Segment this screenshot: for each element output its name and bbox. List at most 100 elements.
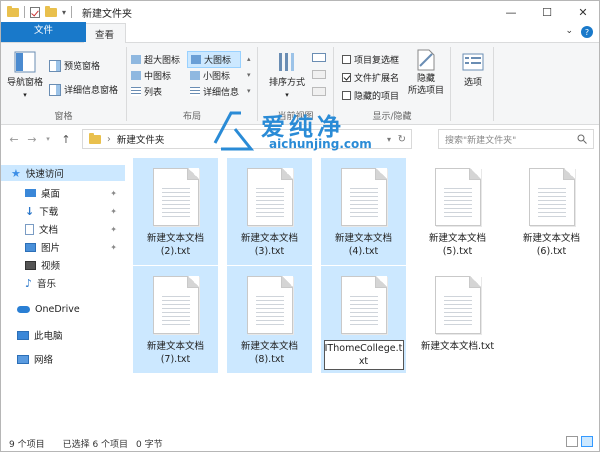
search-input[interactable]: 搜索"新建文件夹" bbox=[438, 129, 594, 149]
checkbox-hidden-items[interactable] bbox=[342, 91, 351, 100]
nav-pane-button[interactable]: 导航窗格 ▾ bbox=[5, 51, 45, 101]
explorer-window: ▾ 新建文件夹 — ☐ ✕ 文件 主页 共享 查看 ⌄ ? 导航窗格 ▾ bbox=[0, 0, 600, 452]
hide-selected-button[interactable]: 隐藏 所选项目 bbox=[404, 49, 448, 97]
details-view-icon[interactable] bbox=[566, 436, 578, 447]
file-item[interactable]: 新建文本文档 (3).txt bbox=[227, 158, 312, 265]
back-icon[interactable]: ← bbox=[7, 133, 21, 146]
pin-icon[interactable]: ✦ bbox=[110, 225, 117, 234]
close-button[interactable]: ✕ bbox=[565, 1, 599, 23]
large-icons-view-icon[interactable] bbox=[581, 436, 593, 447]
file-name: 新建文本文档 (4).txt bbox=[334, 233, 392, 257]
sidebar-item-label: 桌面 bbox=[41, 189, 61, 200]
sidebar-item-label: 视频 bbox=[41, 261, 61, 272]
view-switcher bbox=[566, 436, 593, 447]
layout-scroll-icon[interactable]: ▴ ▾ ▾ bbox=[247, 51, 251, 99]
sidebar-item-label: 网络 bbox=[34, 355, 54, 366]
icons-view-icon bbox=[191, 55, 201, 64]
chevron-down-icon: ▾ bbox=[23, 91, 27, 99]
sidebar-item-label: OneDrive bbox=[35, 303, 80, 315]
pin-icon[interactable]: ✦ bbox=[110, 189, 117, 198]
file-item[interactable]: 新建文本文档 (2).txt bbox=[133, 158, 218, 265]
checkbox-item-checkboxes[interactable] bbox=[342, 55, 351, 64]
file-item[interactable]: 新建文本文档 (7).txt bbox=[133, 266, 218, 373]
layout-medium[interactable]: 中图标 bbox=[131, 69, 171, 82]
layout-list[interactable]: 列表 bbox=[131, 85, 162, 98]
sidebar-item-label: 此电脑 bbox=[34, 331, 63, 342]
forward-icon[interactable]: → bbox=[25, 133, 39, 146]
new-folder-icon[interactable] bbox=[45, 5, 57, 17]
file-item[interactable]: 新建文本文档 (6).txt bbox=[509, 158, 594, 265]
video-icon bbox=[25, 260, 36, 270]
help-icon[interactable]: ? bbox=[581, 26, 593, 38]
sidebar-item-videos[interactable]: 视频 bbox=[1, 257, 125, 273]
checkbox-label: 隐藏的项目 bbox=[354, 92, 400, 102]
sidebar-item-downloads[interactable]: ↓ 下载 ✦ bbox=[1, 203, 125, 219]
properties-icon[interactable] bbox=[30, 6, 40, 18]
list-view-icon bbox=[131, 87, 141, 96]
sort-by-button[interactable]: 排序方式 ▾ bbox=[264, 51, 310, 101]
layout-extra-large[interactable]: 超大图标 bbox=[131, 53, 180, 66]
recent-locations-icon[interactable]: ▾ bbox=[41, 135, 55, 143]
file-item[interactable]: 新建文本文档.txt bbox=[415, 266, 500, 373]
ribbon-tabs: 文件 主页 共享 查看 bbox=[1, 22, 599, 43]
sidebar-item-label: 音乐 bbox=[37, 279, 57, 290]
sidebar-item-onedrive[interactable]: OneDrive bbox=[1, 301, 125, 317]
maximize-button[interactable]: ☐ bbox=[529, 1, 565, 23]
text-file-icon bbox=[246, 276, 293, 334]
add-columns-icon[interactable] bbox=[312, 70, 326, 79]
icons-view-icon bbox=[190, 71, 200, 80]
cloud-icon bbox=[17, 305, 30, 313]
network-icon bbox=[17, 354, 29, 364]
options-label: 选项 bbox=[463, 78, 482, 88]
download-icon: ↓ bbox=[25, 204, 35, 218]
expand-ribbon-icon[interactable]: ⌄ bbox=[565, 26, 573, 38]
hide-selected-icon bbox=[417, 49, 435, 71]
layout-details[interactable]: 详细信息 bbox=[190, 85, 239, 98]
file-item[interactable]: 新建文本文档 (5).txt bbox=[415, 158, 500, 265]
rename-input[interactable]: IThomeCollege.t xt bbox=[323, 340, 404, 370]
options-button[interactable]: 选项 bbox=[455, 51, 491, 89]
sidebar-item-documents[interactable]: 文档 ✦ bbox=[1, 221, 125, 237]
pin-icon[interactable]: ✦ bbox=[110, 243, 117, 252]
preview-pane-button[interactable]: 预览窗格 bbox=[49, 59, 100, 72]
sidebar-item-this-pc[interactable]: 此电脑 bbox=[1, 327, 125, 343]
customize-toolbar-icon[interactable]: ▾ bbox=[62, 8, 66, 17]
sidebar-item-music[interactable]: ♪ 音乐 bbox=[1, 275, 125, 291]
checkbox-file-extensions[interactable] bbox=[342, 73, 351, 82]
file-extensions-toggle[interactable]: 文件扩展名 bbox=[342, 71, 399, 84]
tab-file[interactable]: 文件 bbox=[1, 22, 86, 42]
sidebar-item-quick-access[interactable]: ★ 快速访问 bbox=[1, 165, 125, 181]
breadcrumb-separator-icon[interactable]: › bbox=[107, 134, 111, 145]
layout-label: 小图标 bbox=[203, 72, 231, 82]
file-item[interactable]: IThomeCollege.t xt bbox=[321, 266, 406, 373]
sidebar-item-desktop[interactable]: 桌面 ✦ bbox=[1, 185, 125, 201]
tab-view[interactable]: 查看 bbox=[83, 23, 127, 43]
group-by-icon[interactable] bbox=[312, 53, 326, 62]
item-checkboxes-toggle[interactable]: 项目复选框 bbox=[342, 53, 399, 66]
details-pane-button[interactable]: 详细信息窗格 bbox=[49, 83, 118, 96]
icons-view-icon bbox=[131, 55, 141, 64]
breadcrumb[interactable]: 新建文件夹 bbox=[117, 132, 165, 146]
file-item[interactable]: 新建文本文档 (8).txt bbox=[227, 266, 312, 373]
file-name: 新建文本文档 (8).txt bbox=[240, 341, 298, 365]
window-title: 新建文件夹 bbox=[82, 8, 133, 20]
icons-view-icon bbox=[131, 71, 141, 80]
hide-selected-label: 隐藏 所选项目 bbox=[407, 74, 444, 96]
minimize-button[interactable]: — bbox=[493, 1, 529, 23]
group-panes: 导航窗格 ▾ 预览窗格 详细信息窗格 窗格 bbox=[1, 43, 126, 125]
file-name: 新建文本文档 (2).txt bbox=[146, 233, 204, 257]
file-item[interactable]: 新建文本文档 (4).txt bbox=[321, 158, 406, 265]
size-columns-icon[interactable] bbox=[312, 87, 326, 96]
item-count: 9 个项目 bbox=[9, 439, 45, 450]
pin-icon[interactable]: ✦ bbox=[110, 207, 117, 216]
watermark: 爱纯净 aichunjing.com bbox=[211, 109, 411, 155]
document-icon bbox=[25, 223, 34, 235]
sidebar-item-network[interactable]: 网络 bbox=[1, 351, 125, 367]
text-file-icon bbox=[152, 168, 199, 226]
sidebar-item-pictures[interactable]: 图片 ✦ bbox=[1, 239, 125, 255]
music-icon: ♪ bbox=[25, 276, 33, 290]
layout-small[interactable]: 小图标 bbox=[190, 69, 230, 82]
hidden-items-toggle[interactable]: 隐藏的项目 bbox=[342, 89, 399, 102]
up-icon[interactable]: ↑ bbox=[59, 133, 73, 146]
layout-large[interactable]: 大图标 bbox=[187, 51, 241, 68]
